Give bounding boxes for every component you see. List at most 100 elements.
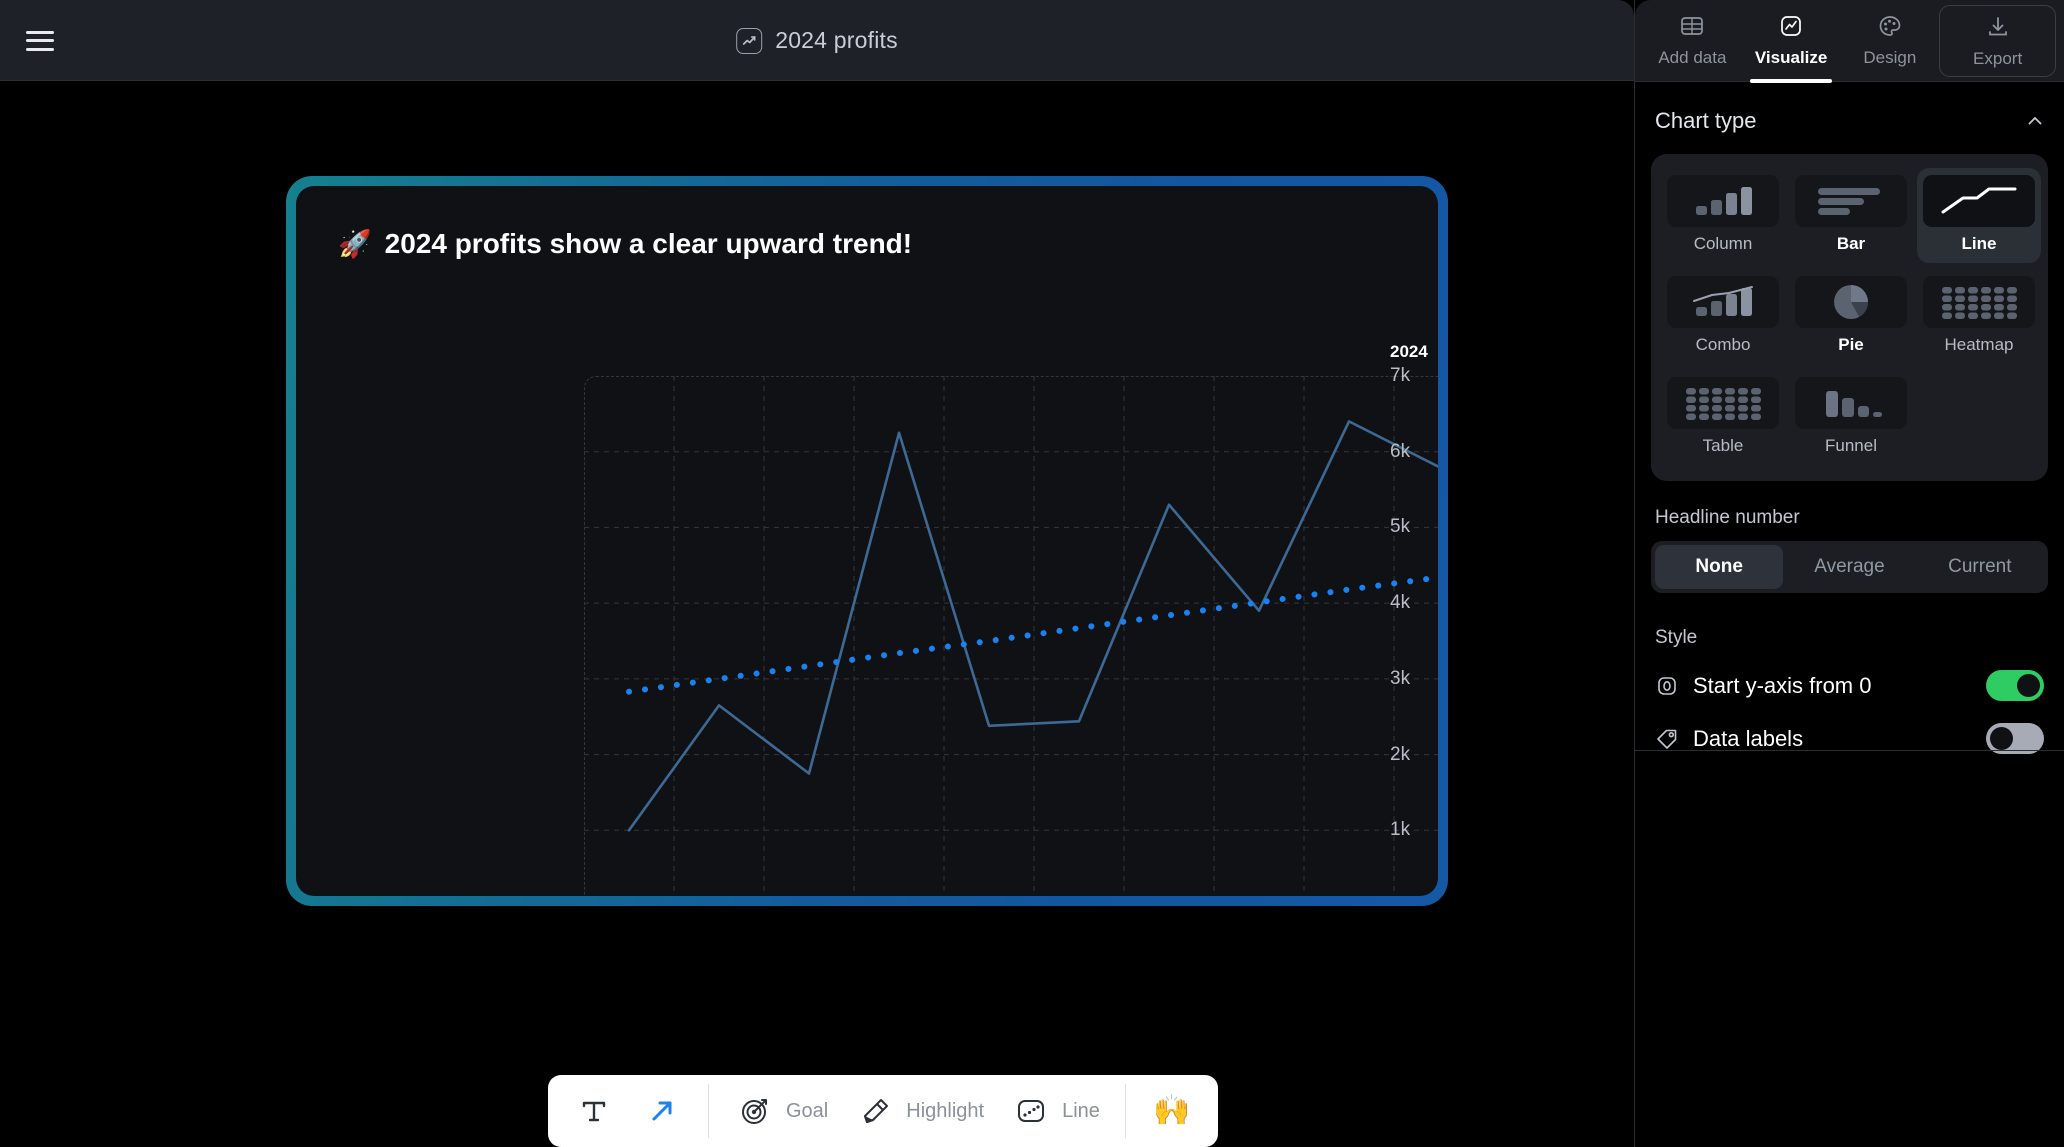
- toolbar-group-annotations: Goal Highlight Line: [709, 1075, 1125, 1147]
- plot-area: [584, 376, 1438, 896]
- highlight-tool-label: Highlight: [906, 1099, 985, 1122]
- sidebar-nav-add-data-label: Add data: [1658, 48, 1727, 67]
- tag-icon: [1655, 727, 1679, 751]
- chart-type-combo[interactable]: Combo: [1661, 269, 1785, 364]
- chart-type-label: Column: [1693, 234, 1753, 253]
- y-axis-tick: 2k: [1390, 743, 1411, 765]
- headline-option-current[interactable]: Current: [1916, 545, 2044, 589]
- chart-type-label: Table: [1702, 436, 1744, 455]
- page-title: 2024 profits: [775, 27, 898, 53]
- chart-type-table[interactable]: Table: [1661, 370, 1785, 465]
- zero-badge-icon: [1655, 674, 1679, 698]
- goal-tool-label: Goal: [786, 1099, 829, 1122]
- chart-type-label: Line: [1961, 234, 1997, 253]
- toggle-knob: [1990, 727, 2013, 750]
- heatmap-icon: [1923, 276, 2035, 328]
- chart-type-section-header[interactable]: Chart type: [1651, 82, 2048, 154]
- funnel-chart-icon: [1795, 377, 1907, 429]
- table-chart-icon: [1667, 377, 1779, 429]
- table-icon: [1679, 13, 1705, 44]
- sidebar-nav-visualize-label: Visualize: [1754, 48, 1828, 67]
- chart-type-label: Bar: [1836, 234, 1866, 253]
- y-axis-tick: 3k: [1390, 667, 1411, 689]
- chart-type-heatmap[interactable]: Heatmap: [1917, 269, 2041, 364]
- chart-type-column[interactable]: Column: [1661, 168, 1785, 263]
- app-root: 2024 profits 🚀 2024 profits show a clear…: [0, 0, 2064, 1147]
- chart-type-label: Pie: [1838, 335, 1864, 354]
- pie-chart-icon: [1795, 276, 1907, 328]
- start-y-axis-toggle[interactable]: [1986, 670, 2044, 701]
- document-title-group[interactable]: 2024 profits: [736, 27, 898, 54]
- top-header: 2024 profits: [0, 0, 1634, 81]
- chart-type-pie[interactable]: Pie: [1789, 269, 1913, 364]
- headline-option-none[interactable]: None: [1655, 545, 1784, 589]
- target-icon: [734, 1090, 776, 1132]
- annotation-toolbar: Goal Highlight Line 🙌: [548, 1075, 1218, 1147]
- style-row-data-labels[interactable]: Data labels: [1651, 712, 2048, 765]
- chevron-up-icon[interactable]: [2026, 112, 2044, 130]
- sidebar-nav-visualize[interactable]: Visualize: [1742, 7, 1841, 83]
- chart-type-title: Chart type: [1655, 108, 1757, 133]
- style-section-label: Style: [1655, 627, 1698, 648]
- chart-type-label: Combo: [1695, 335, 1751, 354]
- line-chart-icon: [1923, 175, 2035, 227]
- headline-option-average[interactable]: Average: [1785, 545, 1913, 589]
- arrow-tool-button[interactable]: [633, 1084, 691, 1138]
- chart-svg: [584, 376, 1438, 896]
- y-axis-tick: 0: [1390, 895, 1401, 896]
- style-row-start-y-axis[interactable]: Start y-axis from 0: [1651, 659, 2048, 712]
- sidebar-nav-export-label: Export: [1973, 48, 2023, 68]
- chart-type-label: Funnel: [1825, 436, 1877, 455]
- chart-title[interactable]: 🚀 2024 profits show a clear upward trend…: [338, 228, 912, 260]
- palette-icon: [1877, 13, 1903, 44]
- chart-type-label: Heatmap: [1944, 335, 2014, 354]
- highlight-tool-button[interactable]: Highlight: [846, 1084, 992, 1138]
- chart-card[interactable]: 🚀 2024 profits show a clear upward trend…: [296, 186, 1438, 896]
- line-chart-icon: [736, 27, 763, 54]
- sidebar-nav: Add data Visualize Design Export: [1635, 0, 2064, 83]
- toggle-knob: [2017, 674, 2040, 697]
- chart-type-grid: Column Bar Line Combo Pie Heatmap Table: [1651, 154, 2048, 481]
- chart-type-bar[interactable]: Bar: [1789, 168, 1913, 263]
- sidebar-nav-design-label: Design: [1863, 48, 1917, 67]
- headline-number-label: Headline number: [1655, 507, 1800, 528]
- chart-type-line[interactable]: Line: [1917, 168, 2041, 263]
- line-chart-icon: [1778, 13, 1804, 44]
- y-axis-tick: 6k: [1390, 440, 1411, 462]
- rocket-icon: 🚀: [338, 228, 372, 259]
- toolbar-group-basic: [548, 1075, 708, 1147]
- download-icon: [1985, 14, 2011, 45]
- chart-card-border: 🚀 2024 profits show a clear upward trend…: [286, 176, 1448, 906]
- sidebar-nav-export[interactable]: Export: [1939, 4, 2056, 77]
- right-sidebar: Add data Visualize Design Export Chart t…: [1634, 0, 2064, 1147]
- canvas-area: 🚀 2024 profits show a clear upward trend…: [0, 81, 1634, 1147]
- active-tab-underline: [1750, 79, 1833, 83]
- hamburger-icon[interactable]: [26, 30, 54, 51]
- sticker-icon: 🙌: [1153, 1094, 1191, 1127]
- sidebar-nav-design[interactable]: Design: [1841, 7, 1940, 74]
- chart-type-funnel[interactable]: Funnel: [1789, 370, 1913, 465]
- y-axis-tick: 5k: [1390, 516, 1411, 538]
- column-chart-icon: [1667, 175, 1779, 227]
- line-tool-icon: [1010, 1090, 1052, 1132]
- start-y-axis-label: Start y-axis from 0: [1693, 672, 1872, 698]
- combo-chart-icon: [1667, 276, 1779, 328]
- chart-title-text: 2024 profits show a clear upward trend!: [384, 228, 913, 259]
- highlighter-icon: [854, 1090, 896, 1132]
- goal-tool-button[interactable]: Goal: [726, 1084, 836, 1138]
- sticker-tool-button[interactable]: 🙌: [1143, 1084, 1201, 1138]
- text-tool-button[interactable]: [565, 1084, 623, 1138]
- sidebar-nav-add-data[interactable]: Add data: [1643, 7, 1742, 74]
- bar-chart-icon: [1795, 175, 1907, 227]
- line-tool-button[interactable]: Line: [1002, 1084, 1108, 1138]
- y-axis-tick: 7k: [1390, 365, 1411, 386]
- data-labels-label: Data labels: [1693, 725, 1804, 751]
- sidebar-body: Chart type Column Bar Line Combo Pie Hea…: [1635, 82, 2064, 765]
- toolbar-group-stickers: 🙌: [1126, 1075, 1218, 1147]
- headline-number-segmented: None Average Current: [1651, 541, 2048, 593]
- y-axis-tick: 4k: [1390, 592, 1411, 614]
- arrow-tool-icon: [641, 1090, 683, 1132]
- line-tool-label: Line: [1062, 1099, 1100, 1122]
- series-legend-label: 2024: [1390, 342, 1428, 361]
- sidebar-section-divider: [1635, 750, 2064, 751]
